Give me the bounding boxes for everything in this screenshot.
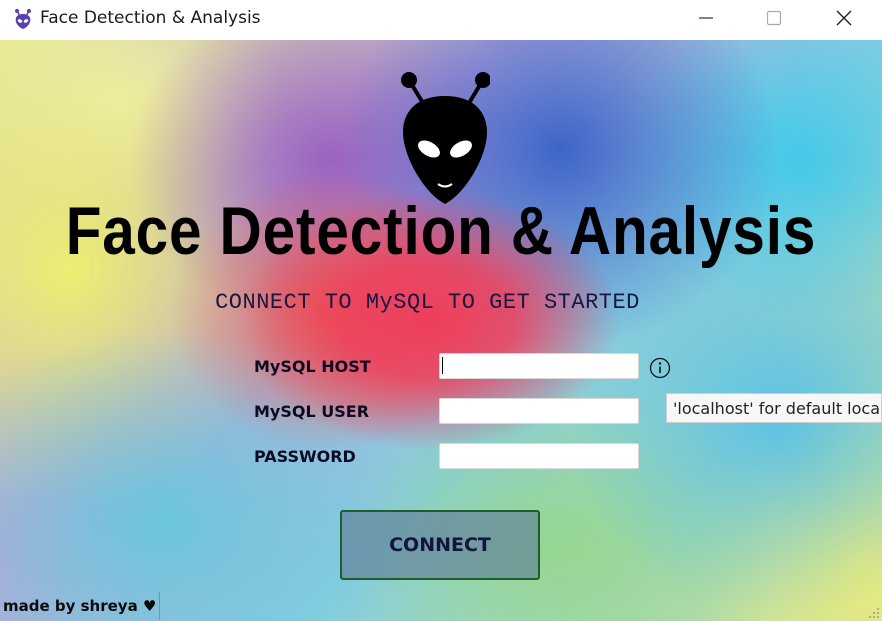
password-input[interactable]: [439, 443, 639, 469]
subtitle: CONNECT TO MySQL TO GET STARTED: [215, 290, 640, 315]
minimize-button[interactable]: [682, 0, 730, 36]
text-cursor: [442, 357, 443, 374]
window-title: Face Detection & Analysis: [40, 8, 261, 28]
divider: [159, 592, 160, 620]
maximize-button[interactable]: [750, 0, 798, 36]
host-input[interactable]: [439, 353, 639, 379]
user-label: MySQL USER: [254, 402, 370, 421]
credit-text: made by shreya ♥: [3, 597, 157, 615]
close-button[interactable]: [820, 0, 868, 36]
resize-grip-icon[interactable]: [866, 605, 880, 619]
alien-icon: [15, 9, 31, 29]
app-title: Face Detection & Analysis: [65, 193, 817, 269]
info-circle-icon[interactable]: [649, 357, 671, 379]
close-icon: [836, 10, 852, 26]
connect-button[interactable]: CONNECT: [340, 510, 540, 580]
maximize-icon: [766, 10, 782, 26]
host-label: MySQL HOST: [254, 357, 371, 376]
title-bar: Face Detection & Analysis: [0, 0, 882, 40]
user-input[interactable]: [439, 398, 639, 424]
alien-icon: [401, 72, 490, 204]
password-label: PASSWORD: [254, 447, 356, 466]
minimize-icon: [699, 17, 713, 19]
app-canvas: Face Detection & Analysis CONNECT TO MyS…: [0, 40, 882, 621]
host-tooltip: 'localhost' for default local: [666, 393, 882, 423]
